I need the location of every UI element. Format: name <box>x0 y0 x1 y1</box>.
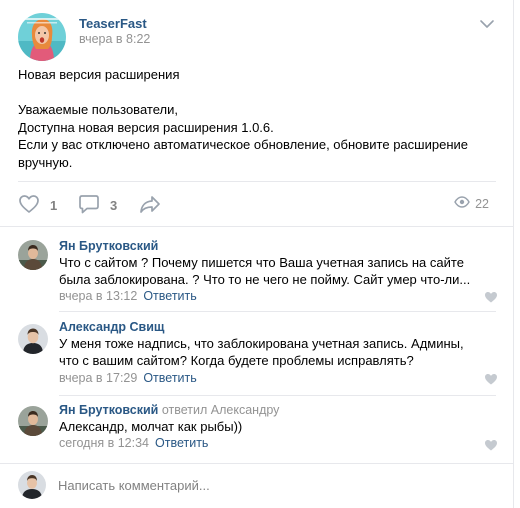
chevron-down-icon[interactable] <box>478 18 496 30</box>
reply-button[interactable]: Ответить <box>143 371 196 385</box>
comment-text: Александр, молчат как рыбы)) <box>59 419 243 434</box>
heart-icon[interactable] <box>484 291 498 303</box>
share-button[interactable] <box>138 193 162 217</box>
comment-icon <box>78 194 100 217</box>
reply-button[interactable]: Ответить <box>155 436 208 450</box>
post-text-line: вручную. <box>18 154 73 170</box>
post-text-line: Доступна новая версия расширения 1.0.6. <box>18 119 274 135</box>
divider <box>59 395 496 396</box>
user-avatar-icon[interactable] <box>18 324 48 354</box>
comment-author-name[interactable]: Александр Свищ <box>59 320 164 334</box>
post-text-line: Новая версия расширения <box>18 67 180 82</box>
comment-button[interactable]: 3 <box>78 193 117 217</box>
heart-icon <box>18 194 40 217</box>
comment-text: У меня тоже надпись, что заблокирована у… <box>59 336 464 368</box>
comment-author[interactable]: Александр Свищ <box>59 320 164 334</box>
comment-count: 3 <box>110 197 118 213</box>
like-count: 1 <box>50 197 58 213</box>
comment-time[interactable]: сегодня в 12:34 <box>59 436 149 450</box>
views-count: 22 <box>475 196 489 211</box>
share-icon <box>138 194 162 217</box>
reply-button[interactable]: Ответить <box>143 289 196 303</box>
user-avatar-icon[interactable] <box>18 406 48 436</box>
user-avatar-icon[interactable] <box>18 240 48 270</box>
comment-author-name[interactable]: Ян Брутковский <box>59 239 158 253</box>
community-avatar-icon[interactable] <box>18 13 66 61</box>
comment-time[interactable]: вчера в 13:12 <box>59 289 137 303</box>
comment-meta: вчера в 13:12 Ответить <box>59 289 197 303</box>
comment-text: Что с сайтом ? Почему пишется что Ваша у… <box>59 255 471 287</box>
views-counter: 22 <box>454 196 489 211</box>
divider <box>59 311 496 312</box>
post-text-gap <box>18 84 488 102</box>
my-avatar-icon[interactable] <box>18 471 46 499</box>
divider <box>18 181 496 182</box>
comment-author-name[interactable]: Ян Брутковский <box>59 403 158 417</box>
heart-icon[interactable] <box>484 439 498 451</box>
post-text-line: Уважаемые пользователи, <box>18 102 178 117</box>
comment-author[interactable]: Ян Брутковский <box>59 239 158 253</box>
divider <box>0 463 514 464</box>
post-time[interactable]: вчера в 8:22 <box>79 32 150 46</box>
post-text: Новая версия расширения Уважаемые пользо… <box>18 66 488 171</box>
comment-meta: вчера в 17:29 Ответить <box>59 371 197 385</box>
reply-to-label[interactable]: ответил Александру <box>162 403 280 417</box>
comment-input[interactable] <box>58 470 498 500</box>
comment-meta: сегодня в 12:34 Ответить <box>59 436 208 450</box>
post-text-line: Если у вас отключено автоматическое обно… <box>18 137 468 152</box>
post-card: TeaserFast вчера в 8:22 Новая версия рас… <box>0 0 514 508</box>
divider <box>0 226 514 227</box>
comment-author: Ян Брутковский ответил Александру <box>59 403 279 417</box>
comment-time[interactable]: вчера в 17:29 <box>59 371 137 385</box>
post-author[interactable]: TeaserFast <box>79 16 147 31</box>
heart-icon[interactable] <box>484 373 498 385</box>
like-button[interactable]: 1 <box>18 193 57 217</box>
eye-icon <box>454 196 470 211</box>
